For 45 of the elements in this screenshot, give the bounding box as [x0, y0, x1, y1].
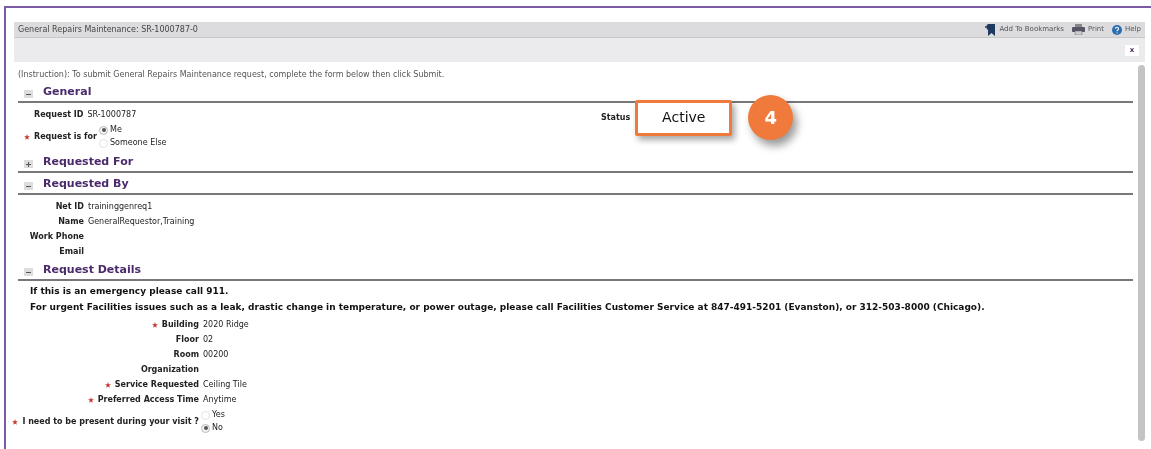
radio-label[interactable]: Someone Else: [110, 137, 167, 149]
field-value: SR-1000787: [87, 108, 137, 121]
section-heading[interactable]: General: [43, 83, 92, 100]
help-icon: [1112, 24, 1123, 35]
field-label: Building: [161, 318, 199, 331]
field-label: Room: [173, 348, 199, 361]
field-value: GeneralRequestor,Training: [88, 215, 195, 228]
window-title: General Repairs Maintenance: SR-1000787-0: [18, 23, 198, 36]
collapse-icon[interactable]: [24, 268, 33, 276]
collapse-icon[interactable]: [24, 182, 33, 190]
section-heading[interactable]: Requested By: [43, 175, 129, 192]
step-number-badge: 4: [748, 95, 794, 140]
field-value: Anytime: [203, 393, 237, 406]
field-label: Request ID: [34, 108, 84, 121]
notice-text: For urgent Facilities issues such as a leak, drastic change in temperature, or power outage, please call Facilities Customer Service at 847-491-5201 (Evanston), or 312-503-8000 (Chicago).: [29, 301, 986, 314]
field-label: Net ID: [55, 200, 84, 213]
collapse-icon[interactable]: [24, 90, 33, 98]
radio-button[interactable]: [201, 423, 210, 433]
expand-icon[interactable]: [24, 160, 33, 168]
instruction-text: (Instruction): To submit General Repairs Maintenance request, complete the form below then click Submit.: [18, 69, 446, 81]
field-label: Floor: [175, 333, 199, 346]
notice-text: If this is an emergency please call 911.: [29, 285, 230, 298]
field-label: Work Phone: [29, 230, 84, 243]
status-value: Active: [635, 99, 733, 136]
field-label: Service Requested: [114, 378, 199, 391]
field-value: traininggenreq1: [88, 200, 153, 213]
field-value: 2020 Ridge: [203, 318, 249, 331]
field-value: 00200: [203, 348, 229, 361]
field-label: Status: [601, 111, 631, 124]
section-heading[interactable]: Requested For: [43, 153, 134, 170]
radio-label[interactable]: Yes: [212, 409, 225, 421]
field-label: Name: [58, 215, 84, 228]
field-label: I need to be present during your visit ?: [22, 415, 199, 428]
field-label: Preferred Access Time: [97, 393, 199, 406]
radio-label[interactable]: No: [212, 422, 223, 434]
bookmark-icon: [985, 23, 997, 36]
radio-button[interactable]: [99, 125, 108, 135]
radio-label[interactable]: Me: [110, 124, 122, 136]
section-heading[interactable]: Request Details: [43, 261, 142, 278]
field-value: 02: [203, 333, 214, 346]
field-value: Ceiling Tile: [203, 378, 247, 391]
field-label: Organization: [140, 363, 199, 376]
scrollbar[interactable]: [1138, 65, 1145, 441]
field-label: Request is for: [34, 130, 97, 143]
field-label: Email: [59, 245, 84, 258]
